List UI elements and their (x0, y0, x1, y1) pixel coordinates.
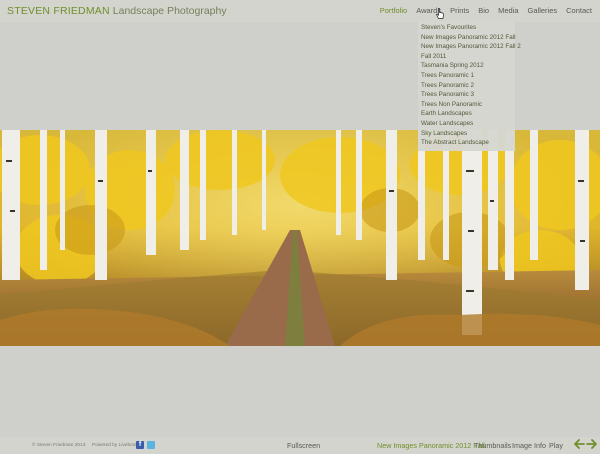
copyright-text: © Steven Friedman 2013 (32, 443, 86, 448)
facebook-icon[interactable]: f (136, 441, 144, 449)
nav-prints[interactable]: Prints (450, 6, 469, 15)
fullscreen-button[interactable]: Fullscreen (287, 441, 320, 450)
dropdown-item[interactable]: Tasmania Spring 2012 (418, 61, 515, 71)
dropdown-item[interactable]: Water Landscapes (418, 119, 515, 129)
nav-galleries[interactable]: Galleries (528, 6, 558, 15)
dropdown-item[interactable]: Sky Landscapes (418, 129, 515, 139)
nav-contact[interactable]: Contact (566, 6, 592, 15)
main-nav: Portfolio Awards Prints Bio Media Galler… (380, 6, 592, 15)
arrow-left-icon[interactable] (573, 438, 585, 450)
image-info-button[interactable]: Image Info (512, 441, 546, 450)
dropdown-item[interactable]: The Abstract Landscape (418, 138, 515, 148)
nav-portfolio[interactable]: Portfolio (380, 6, 408, 15)
dropdown-item[interactable]: Trees Panoramic 3 (418, 90, 515, 100)
nav-media[interactable]: Media (498, 6, 518, 15)
powered-by-link[interactable]: Powered by Livebooks (92, 443, 140, 448)
current-album-title: New Images Panoramic 2012 Fall (377, 441, 485, 450)
brand-subtitle: Landscape Photography (112, 5, 227, 17)
dropdown-item[interactable]: New Images Panoramic 2012 Fall 2 (418, 42, 521, 52)
dropdown-item[interactable]: Trees Non Panoramic (418, 100, 515, 110)
slideshow-image[interactable] (0, 130, 600, 346)
hand-pointer-icon (436, 8, 444, 19)
nav-bio[interactable]: Bio (478, 6, 489, 15)
play-button[interactable]: Play (549, 441, 563, 450)
dropdown-item[interactable]: Fall 2011 (418, 52, 515, 62)
dropdown-item[interactable]: Earth Landscapes (418, 109, 515, 119)
portfolio-dropdown: Steven's Favourites New Images Panoramic… (418, 21, 521, 151)
dropdown-item[interactable]: Trees Panoramic 1 (418, 71, 515, 81)
twitter-icon[interactable] (147, 441, 155, 449)
dropdown-item[interactable]: Steven's Favourites (418, 23, 515, 33)
thumbnails-button[interactable]: Thumbnails (474, 441, 511, 450)
brand-name: STEVEN FRIEDMAN (7, 5, 110, 17)
aspen-forest-photo (0, 130, 600, 346)
dropdown-item[interactable]: Trees Panoramic 2 (418, 81, 515, 91)
site-footer: © Steven Friedman 2013 Powered by Livebo… (0, 437, 600, 454)
site-header: STEVEN FRIEDMAN Landscape Photography Por… (0, 0, 600, 22)
arrow-right-icon[interactable] (586, 438, 598, 450)
site-brand[interactable]: STEVEN FRIEDMAN Landscape Photography (7, 5, 227, 17)
dropdown-item[interactable]: New Images Panoramic 2012 Fall (418, 33, 516, 43)
